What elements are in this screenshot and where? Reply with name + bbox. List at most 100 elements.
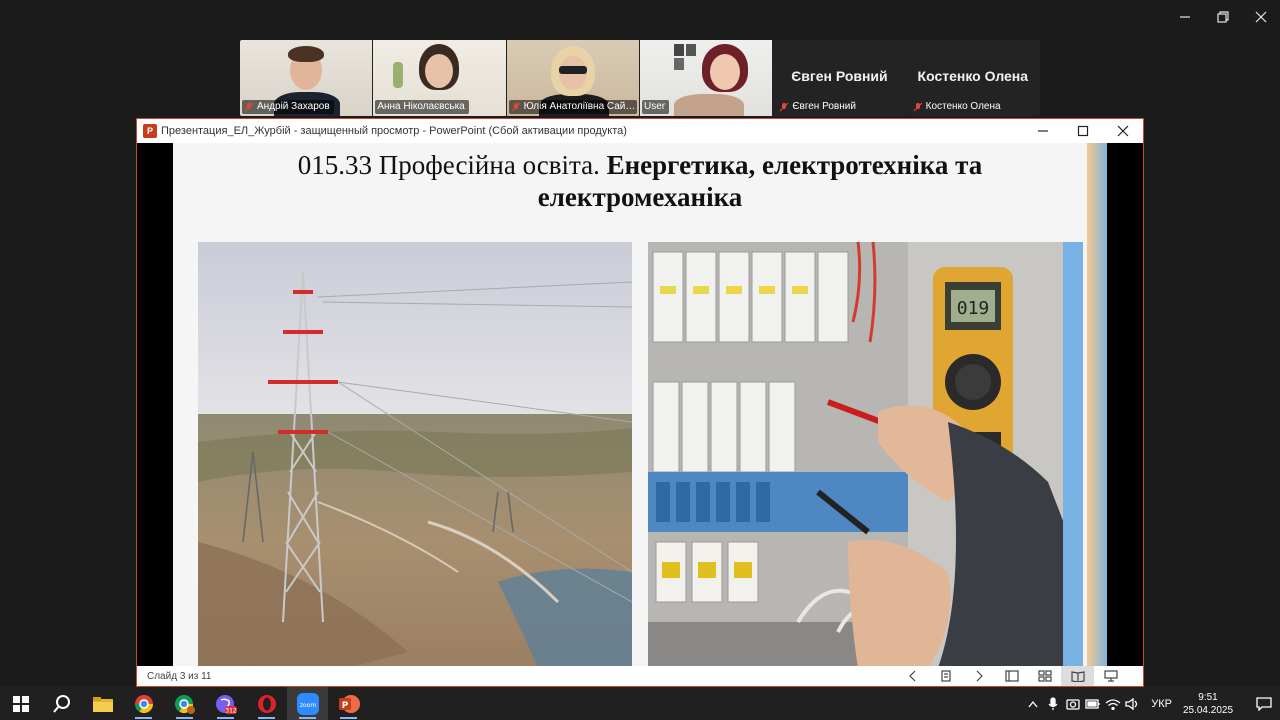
participant-name-bar: User: [641, 100, 670, 114]
restore-button[interactable]: [1204, 0, 1242, 34]
viber-icon: 312: [215, 694, 237, 714]
desktop-screen: Андрій Захаров Анна Ніколаєвська Юлія Ан…: [0, 0, 1280, 720]
chrome-profile-button[interactable]: [164, 687, 205, 720]
opera-icon: [257, 694, 276, 713]
participant-tile[interactable]: Андрій Захаров: [240, 40, 373, 116]
normal-view-icon: [1004, 670, 1019, 682]
zoom-window-controls: [1166, 0, 1280, 34]
clock-time: 9:51: [1198, 691, 1218, 703]
windows-logo-icon: [12, 695, 29, 712]
slide-title-regular: 015.33 Професійна освіта.: [297, 150, 607, 180]
zoom-icon: zoom: [296, 692, 319, 715]
battery-icon: [1085, 698, 1100, 709]
show-hidden-icons-button[interactable]: [1023, 687, 1043, 720]
clock-date: 25.04.2025: [1182, 704, 1234, 716]
minimize-button[interactable]: [1023, 119, 1063, 143]
language-indicator[interactable]: УКР: [1151, 698, 1172, 710]
participant-name: Євген Ровний: [792, 101, 856, 112]
slide-list-icon: [940, 670, 951, 682]
folder-icon: [92, 696, 113, 712]
windows-taskbar: 312 zoom P УКР 9:51 25.04.2025: [0, 687, 1280, 720]
zoom-label: zoom: [299, 702, 315, 709]
minimize-icon: [1180, 16, 1190, 18]
status-bar-controls: [896, 666, 1127, 686]
close-button[interactable]: [1242, 0, 1280, 34]
mic-muted-icon: [913, 102, 923, 112]
zoom-button[interactable]: zoom: [287, 687, 328, 720]
slide-title: 015.33 Професійна освіта. Енергетика, ел…: [173, 149, 1107, 213]
slideshow-button[interactable]: [1094, 666, 1127, 686]
slide-menu-button[interactable]: [929, 666, 962, 686]
notification-icon: [1256, 696, 1272, 711]
previous-slide-button[interactable]: [896, 666, 929, 686]
participant-tile[interactable]: Юлія Анатоліївна Сай…: [506, 40, 639, 116]
powerpoint-title-bar[interactable]: P Презентация_ЕЛ_Журбій - защищенный про…: [137, 119, 1143, 143]
speaker-icon: [1125, 697, 1138, 710]
participant-tile[interactable]: Анна Ніколаєвська: [373, 40, 506, 116]
search-icon: [52, 694, 70, 713]
maximize-icon: [1077, 125, 1089, 137]
chrome-icon: [134, 694, 153, 713]
file-explorer-button[interactable]: [82, 687, 123, 720]
system-tray: УКР 9:51 25.04.2025: [1023, 687, 1280, 720]
maximize-button[interactable]: [1063, 119, 1103, 143]
electrical-panel-photo: 019: [648, 242, 1083, 668]
restore-icon: [1217, 11, 1229, 23]
next-slide-button[interactable]: [962, 666, 995, 686]
book-icon: [1070, 671, 1085, 682]
slide-title-bold: Енергетика, електротехніка та: [606, 150, 983, 180]
slide-show-area: 015.33 Професійна освіта. Енергетика, ел…: [137, 143, 1143, 668]
webcam-icon: [1066, 698, 1080, 710]
participant-name-bar: Анна Ніколаєвська: [375, 100, 469, 114]
participant-tile[interactable]: Костенко Олена Костенко Олена: [906, 40, 1039, 116]
participant-name-bar: Костенко Олена: [911, 100, 1005, 114]
notifications-button[interactable]: [1248, 687, 1280, 720]
chrome-profile-icon: [174, 694, 195, 714]
participant-tile[interactable]: Євген Ровний Євген Ровний: [773, 40, 906, 116]
minimize-icon: [1038, 130, 1048, 132]
participant-display-name: Євген Ровний: [791, 68, 888, 84]
normal-view-button[interactable]: [995, 666, 1028, 686]
battery-tray-button[interactable]: [1083, 687, 1103, 720]
participant-name: Андрій Захаров: [257, 101, 330, 112]
chrome-button[interactable]: [123, 687, 164, 720]
participant-name: User: [643, 101, 666, 112]
powerpoint-logo-icon: P: [143, 124, 157, 138]
minimize-button[interactable]: [1166, 0, 1204, 34]
grid-view-icon: [1037, 670, 1052, 682]
powerpoint-button[interactable]: P: [328, 687, 369, 720]
close-icon: [1255, 11, 1267, 23]
slide-sorter-button[interactable]: [1028, 666, 1061, 686]
projector-screen-icon: [1103, 670, 1118, 682]
participant-name: Анна Ніколаєвська: [377, 101, 465, 112]
participant-display-name: Костенко Олена: [917, 68, 1029, 84]
participant-name-bar: Євген Ровний: [777, 100, 860, 114]
start-button[interactable]: [0, 687, 41, 720]
opera-button[interactable]: [246, 687, 287, 720]
participant-name: Юлія Анатоліївна Сай…: [523, 101, 636, 112]
close-icon: [1117, 125, 1129, 137]
reading-view-button[interactable]: [1061, 666, 1094, 686]
microphone-icon: [1048, 696, 1058, 710]
mic-muted-icon: [779, 102, 789, 112]
powerpoint-window: P Презентация_ЕЛ_Журбій - защищенный про…: [136, 118, 1144, 687]
slide[interactable]: 015.33 Професійна освіта. Енергетика, ел…: [173, 143, 1107, 668]
chevron-right-icon: [976, 670, 983, 682]
powerpoint-icon: P: [338, 694, 360, 713]
svg-text:P: P: [341, 701, 348, 711]
svg-text:019: 019: [957, 298, 990, 319]
close-button[interactable]: [1103, 119, 1143, 143]
volume-tray-button[interactable]: [1123, 687, 1143, 720]
participant-name-bar: Юлія Анатоліївна Сай…: [508, 100, 637, 114]
clock[interactable]: 9:51 25.04.2025: [1180, 691, 1236, 717]
slide-title-bold-line2: електромеханіка: [537, 182, 743, 212]
camera-tray-button[interactable]: [1063, 687, 1083, 720]
participant-tile-active-speaker[interactable]: User: [639, 40, 773, 116]
wifi-tray-button[interactable]: [1103, 687, 1123, 720]
window-title: Презентация_ЕЛ_Журбій - защищенный просм…: [161, 125, 627, 137]
search-button[interactable]: [41, 687, 82, 720]
microphone-tray-button[interactable]: [1043, 687, 1063, 720]
viber-badge: 312: [225, 707, 237, 714]
participant-name-bar: Андрій Захаров: [242, 100, 334, 114]
viber-button[interactable]: 312: [205, 687, 246, 720]
